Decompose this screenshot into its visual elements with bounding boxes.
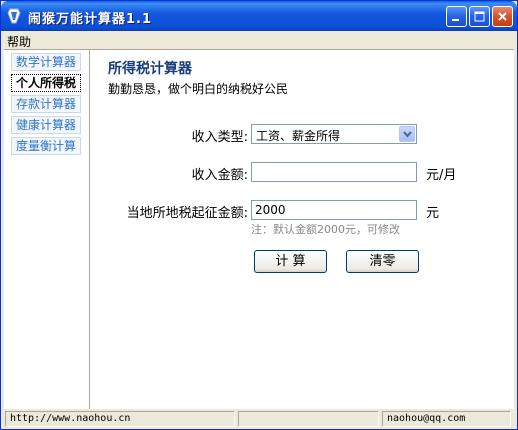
status-bar: http://www.naohou.cn naohou@qq.com xyxy=(4,409,514,428)
sidebar-item-measure[interactable]: 度量衡计算 xyxy=(11,137,81,155)
minimize-icon xyxy=(452,19,459,21)
sidebar-item-math[interactable]: 数学计算器 xyxy=(11,53,81,71)
minimize-button[interactable] xyxy=(446,6,467,27)
sidebar-item-income-tax[interactable]: 个人所得税 xyxy=(11,74,81,92)
tax-calculator-panel: 所得税计算器 勤勤恳恳，做个明白的纳税好公民 收入类型: 工资、薪金所得 收入金… xyxy=(91,50,514,409)
app-icon xyxy=(7,8,21,24)
sidebar-item-health[interactable]: 健康计算器 xyxy=(11,116,81,134)
status-empty xyxy=(238,411,379,427)
panel-subtitle: 勤勤恳恳，做个明白的纳税好公民 xyxy=(108,82,289,96)
title-bar[interactable]: 闹猴万能计算器1.1 xyxy=(1,1,517,31)
maximize-button[interactable] xyxy=(469,6,490,27)
clear-button[interactable]: 清零 xyxy=(346,250,419,273)
income-amount-unit: 元/月 xyxy=(426,168,457,183)
sidebar: 数学计算器 个人所得税 存款计算器 健康计算器 度量衡计算 xyxy=(4,50,90,409)
panel-title: 所得税计算器 xyxy=(108,61,192,77)
threshold-input[interactable] xyxy=(251,200,417,220)
client-area: 数学计算器 个人所得税 存款计算器 健康计算器 度量衡计算 所得税计算器 勤勤恳… xyxy=(4,49,514,409)
close-button[interactable] xyxy=(492,6,513,27)
income-amount-label: 收入金额: xyxy=(191,168,248,183)
status-email: naohou@qq.com xyxy=(382,411,511,427)
app-window: 闹猴万能计算器1.1 帮助 数学计算器 个人所得税 存款计算器 健康计算器 度量… xyxy=(0,0,518,430)
chevron-down-icon xyxy=(403,131,412,138)
threshold-unit: 元 xyxy=(426,206,440,221)
calculate-button[interactable]: 计 算 xyxy=(254,250,327,273)
menu-help[interactable]: 帮助 xyxy=(7,33,31,50)
status-url: http://www.naohou.cn xyxy=(5,411,235,427)
window-title: 闹猴万能计算器1.1 xyxy=(28,12,153,27)
threshold-hint: 注：默认金额2000元，可修改 xyxy=(251,223,400,236)
income-amount-input[interactable] xyxy=(251,162,417,182)
income-type-value: 工资、薪金所得 xyxy=(256,129,341,143)
sidebar-item-deposit[interactable]: 存款计算器 xyxy=(11,95,81,113)
maximize-icon xyxy=(474,11,485,22)
threshold-label: 当地所地税起征金额: xyxy=(126,206,248,221)
close-icon xyxy=(498,12,507,21)
income-type-select[interactable]: 工资、薪金所得 xyxy=(251,124,417,144)
income-type-label: 收入类型: xyxy=(191,130,248,145)
menu-bar: 帮助 xyxy=(1,31,517,49)
dropdown-button[interactable] xyxy=(399,126,415,142)
